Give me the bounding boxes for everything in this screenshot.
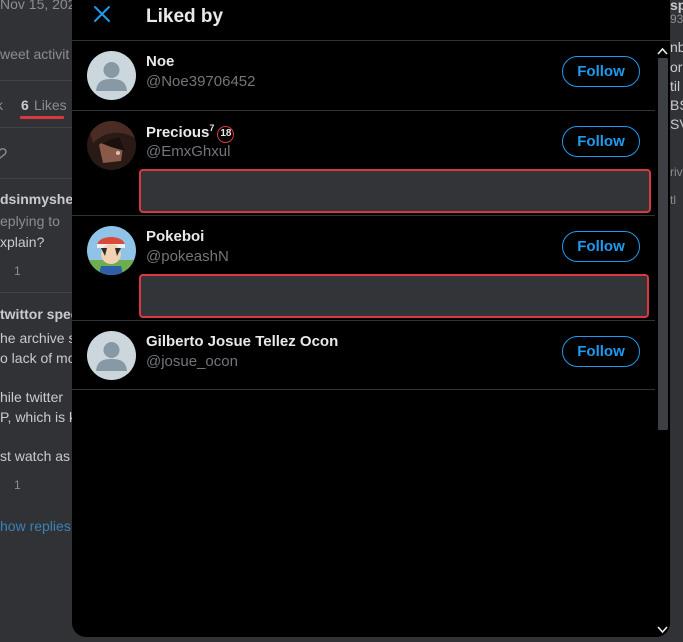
user-display-name[interactable]: Gilberto Josue Tellez Ocon: [146, 333, 338, 350]
user-display-name[interactable]: Noe: [146, 53, 174, 70]
likes-label[interactable]: Likes: [34, 97, 67, 113]
user-display-name[interactable]: Pokeboi: [146, 228, 204, 245]
reply-count: 1: [14, 478, 21, 492]
side-text: 93: [670, 12, 683, 26]
follow-button[interactable]: Follow: [562, 231, 640, 262]
user-handle: @josue_ocon: [146, 353, 238, 370]
tweet-activity-link[interactable]: weet activit: [0, 46, 69, 62]
user-name-text: Precious: [146, 124, 210, 141]
side-text: BS: [670, 97, 683, 113]
divider: [0, 127, 72, 128]
side-text: or: [670, 59, 683, 75]
show-replies-link[interactable]: how replies: [0, 518, 71, 534]
user-row[interactable]: Gilberto Josue Tellez Ocon @josue_ocon F…: [72, 321, 655, 390]
side-text: SV: [670, 116, 683, 132]
close-icon: [93, 5, 111, 28]
default-avatar-icon: [87, 51, 136, 100]
user-row[interactable]: Noe @Noe39706452 Follow: [72, 41, 655, 111]
background-tweet-column: Nov 15, 2020 weet activit k 6 Likes dsin…: [0, 0, 72, 642]
photo-avatar-icon: [87, 121, 136, 170]
reply-author[interactable]: dsinmyshe: [0, 191, 72, 207]
name-superscript: 7: [209, 123, 215, 133]
reply-text-line: st watch as: [0, 448, 71, 464]
liked-by-modal: Liked by Noe @Noe39706452 Follow Preciou…: [72, 0, 670, 637]
side-text: riv: [670, 165, 683, 179]
modal-header: Liked by: [72, 0, 670, 41]
reply-text: xplain?: [0, 234, 45, 250]
likes-highlight-underline: [20, 116, 64, 119]
user-row[interactable]: Precious7 18 @EmxGhxul Follow: [72, 111, 655, 216]
bio-redacted-box: [139, 169, 651, 213]
side-text: til: [670, 78, 681, 94]
background-side-column: sp 93 nb or til BS SV riv tl: [670, 0, 683, 642]
avatar[interactable]: [87, 121, 136, 170]
modal-scrollbar[interactable]: [655, 41, 670, 637]
follow-button[interactable]: Follow: [562, 126, 640, 157]
user-handle: @pokeashN: [146, 248, 229, 265]
reply-text-line: o lack of mo: [0, 350, 72, 366]
close-button[interactable]: [88, 2, 116, 30]
likes-count[interactable]: 6: [21, 97, 29, 113]
like-icon[interactable]: [0, 144, 10, 163]
stat-separator: k: [0, 97, 3, 113]
side-text: tl: [670, 193, 676, 207]
tweet-date: Nov 15, 2020: [0, 0, 72, 12]
follow-button[interactable]: Follow: [562, 336, 640, 367]
divider: [0, 80, 72, 81]
reply-text-line: P, which is k: [0, 409, 72, 425]
user-list: Noe @Noe39706452 Follow Precious7 18 @Emx…: [72, 41, 655, 390]
follow-button[interactable]: Follow: [562, 56, 640, 87]
user-handle: @EmxGhxul: [146, 143, 231, 160]
avatar[interactable]: [87, 51, 136, 100]
divider: [0, 292, 72, 293]
side-text: nb: [670, 39, 683, 55]
divider: [0, 178, 72, 179]
age-18-badge: 18: [217, 126, 235, 143]
scrollbar-thumb[interactable]: [658, 58, 668, 430]
reply-author[interactable]: twittor spee: [0, 306, 72, 322]
avatar[interactable]: [87, 331, 136, 380]
reply-count: 1: [14, 264, 21, 278]
reply-text-line: he archive si: [0, 330, 72, 346]
avatar[interactable]: [87, 226, 136, 275]
cartoon-avatar-icon: [87, 226, 136, 275]
default-avatar-icon: [87, 331, 136, 380]
user-row[interactable]: Pokeboi @pokeashN Follow: [72, 216, 655, 321]
modal-title: Liked by: [146, 6, 224, 27]
user-handle: @Noe39706452: [146, 73, 256, 90]
bio-redacted-box: [139, 274, 649, 318]
scroll-down-arrow-icon[interactable]: [657, 622, 668, 634]
reply-text-line: hile twitter: [0, 389, 64, 405]
user-display-name[interactable]: Precious7 18: [146, 123, 235, 143]
replying-to: eplying to: [0, 213, 60, 229]
scroll-up-arrow-icon[interactable]: [657, 43, 668, 55]
